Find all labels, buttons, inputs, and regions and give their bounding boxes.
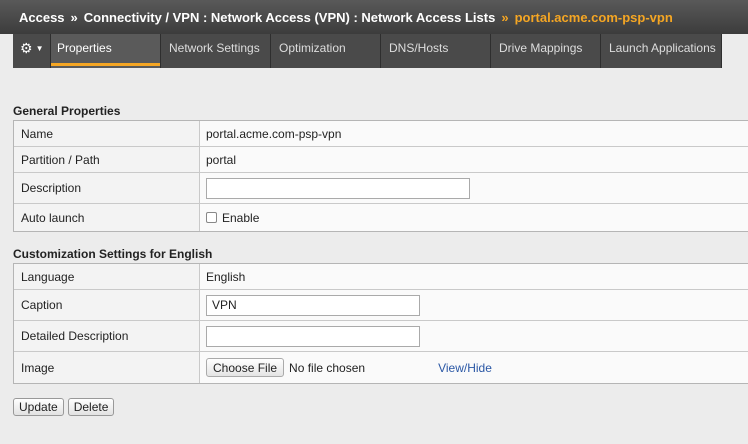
caption-cell xyxy=(200,290,748,320)
customization-title: Customization Settings for English xyxy=(13,247,213,261)
breadcrumb-item-network-access-lists[interactable]: Connectivity / VPN : Network Access (VPN… xyxy=(84,10,496,25)
image-label: Image xyxy=(14,352,200,383)
tab-launch-applications[interactable]: Launch Applications xyxy=(601,34,722,68)
detailed-description-label: Detailed Description xyxy=(14,321,200,351)
update-button[interactable]: Update xyxy=(13,398,64,416)
customization-panel: Language English Caption Detailed Descri… xyxy=(13,263,748,384)
breadcrumb-separator: » xyxy=(70,9,78,25)
detailed-description-input[interactable] xyxy=(206,325,420,347)
name-label: Name xyxy=(14,121,200,146)
autolaunch-enable-label[interactable]: Enable xyxy=(222,211,259,225)
tab-drive-mappings[interactable]: Drive Mappings xyxy=(491,34,601,68)
description-input[interactable] xyxy=(206,177,470,199)
tab-bar: ⚙ ▼ Properties Network Settings Optimizat… xyxy=(13,34,722,68)
language-row: Language English xyxy=(14,264,748,290)
tab-network-settings[interactable]: Network Settings xyxy=(161,34,271,68)
tab-optimization[interactable]: Optimization xyxy=(271,34,381,68)
autolaunch-checkbox[interactable] xyxy=(206,212,217,223)
tab-dns-hosts[interactable]: DNS/Hosts xyxy=(381,34,491,68)
autolaunch-row: Auto launch Enable xyxy=(14,204,748,231)
name-value: portal.acme.com-psp-vpn xyxy=(200,121,748,146)
action-buttons: Update Delete xyxy=(13,398,115,416)
caption-input[interactable] xyxy=(206,294,420,316)
gear-icon: ⚙ xyxy=(20,40,33,56)
caption-label: Caption xyxy=(14,290,200,320)
image-row: Image Choose File No file chosen View/Hi… xyxy=(14,352,748,383)
chevron-down-icon: ▼ xyxy=(35,44,44,53)
autolaunch-cell: Enable xyxy=(200,204,748,231)
language-value: English xyxy=(200,264,748,289)
image-cell: Choose File No file chosen View/Hide xyxy=(200,352,748,383)
tab-properties[interactable]: Properties xyxy=(51,34,161,68)
partition-value: portal xyxy=(200,147,748,172)
general-properties-title: General Properties xyxy=(13,104,121,118)
delete-button[interactable]: Delete xyxy=(67,398,115,416)
breadcrumb-separator: » xyxy=(501,9,509,25)
general-properties-panel: Name portal.acme.com-psp-vpn Partition /… xyxy=(13,120,748,232)
autolaunch-label: Auto launch xyxy=(14,204,200,231)
description-cell xyxy=(200,173,748,203)
description-row: Description xyxy=(14,173,748,204)
gear-menu-button[interactable]: ⚙ ▼ xyxy=(13,34,51,68)
caption-row: Caption xyxy=(14,290,748,321)
detailed-description-row: Detailed Description xyxy=(14,321,748,352)
detailed-description-cell xyxy=(200,321,748,351)
partition-row: Partition / Path portal xyxy=(14,147,748,173)
breadcrumb-item-access[interactable]: Access xyxy=(19,10,65,25)
choose-file-button[interactable]: Choose File xyxy=(206,358,285,377)
breadcrumb: Access » Connectivity / VPN : Network Ac… xyxy=(0,0,748,34)
breadcrumb-item-current: portal.acme.com-psp-vpn xyxy=(514,9,673,25)
no-file-text: No file chosen xyxy=(289,360,366,375)
name-row: Name portal.acme.com-psp-vpn xyxy=(14,121,748,147)
partition-label: Partition / Path xyxy=(14,147,200,172)
view-hide-link[interactable]: View/Hide xyxy=(438,361,492,375)
language-label: Language xyxy=(14,264,200,289)
description-label: Description xyxy=(14,173,200,203)
